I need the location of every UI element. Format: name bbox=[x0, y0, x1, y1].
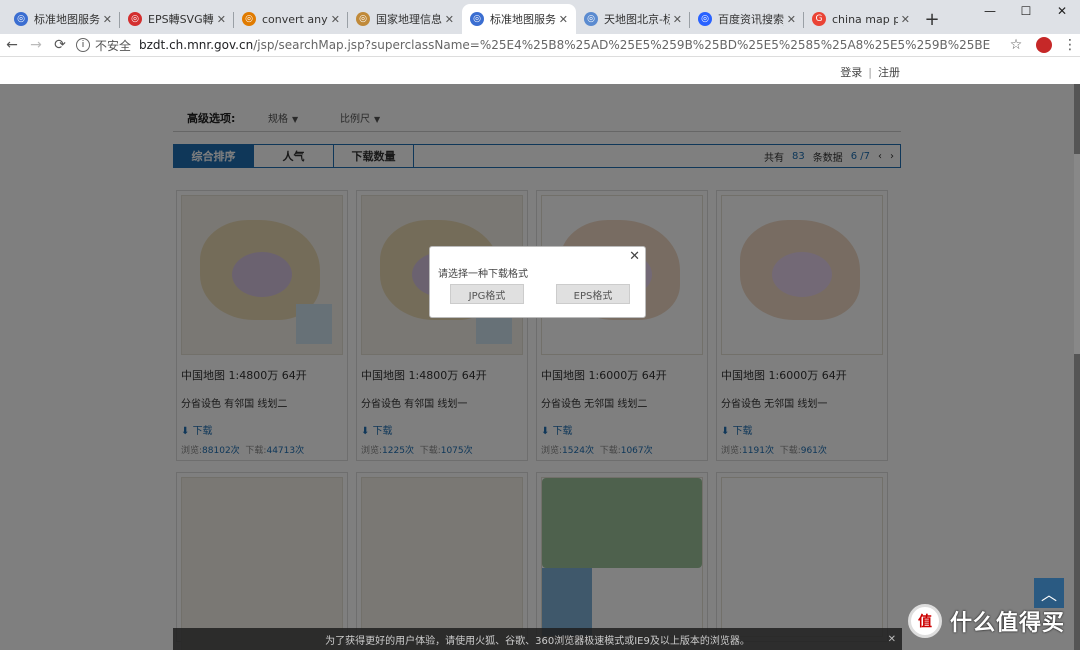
address-bar-row: ← → ⟳ i 不安全 bzdt.ch.mnr.gov.cn/jsp/searc… bbox=[0, 34, 1080, 56]
minimize-icon[interactable]: — bbox=[972, 0, 1008, 22]
url-path: /jsp/searchMap.jsp?superclassName=%25E4%… bbox=[253, 38, 991, 52]
new-tab-button[interactable]: + bbox=[918, 4, 946, 34]
browser-notice-bar: 为了获得更好的用户体验，请使用火狐、谷歌、360浏览器极速模式或IE9及以上版本… bbox=[173, 628, 902, 650]
browser-tab-active[interactable]: ◎ 标准地图服务系统✕ bbox=[462, 4, 576, 34]
tab-title: convert anything bbox=[262, 12, 328, 26]
site-favicon-icon: ◎ bbox=[698, 12, 712, 26]
window-controls: — ☐ ✕ bbox=[972, 0, 1080, 22]
close-icon[interactable]: ✕ bbox=[888, 634, 896, 645]
login-link[interactable]: 登录 bbox=[840, 66, 862, 79]
tab-title: 天地图北京-标准 bbox=[604, 13, 670, 26]
bookmark-star-icon[interactable]: ☆ bbox=[1004, 37, 1028, 53]
maximize-icon[interactable]: ☐ bbox=[1008, 0, 1044, 22]
back-icon[interactable]: ← bbox=[0, 37, 24, 53]
reload-icon[interactable]: ⟳ bbox=[48, 37, 72, 53]
security-label: 不安全 bbox=[95, 38, 132, 53]
browser-tab[interactable]: Gchina map ppt -✕ bbox=[804, 4, 918, 34]
tab-title: 百度资讯搜索_中国 bbox=[718, 13, 784, 26]
close-window-icon[interactable]: ✕ bbox=[1044, 0, 1080, 22]
browser-menu-icon[interactable]: ⋮ bbox=[1060, 37, 1080, 53]
watermark: 值 什么值得买 bbox=[908, 604, 1065, 638]
jpg-format-button[interactable]: JPG格式 bbox=[450, 284, 524, 304]
site-favicon-icon: ◎ bbox=[470, 12, 484, 26]
close-tab-icon[interactable]: ✕ bbox=[673, 13, 682, 26]
notice-text: 为了获得更好的用户体验，请使用火狐、谷歌、360浏览器极速模式或IE9及以上版本… bbox=[325, 635, 750, 647]
info-icon[interactable]: i bbox=[76, 38, 90, 52]
site-favicon-icon: ◎ bbox=[128, 12, 142, 26]
close-tab-icon[interactable]: ✕ bbox=[559, 13, 568, 26]
close-tab-icon[interactable]: ✕ bbox=[217, 13, 226, 26]
dialog-message: 请选择一种下载格式 bbox=[438, 269, 528, 280]
watermark-text: 什么值得买 bbox=[950, 611, 1066, 636]
url-input[interactable]: i 不安全 bzdt.ch.mnr.gov.cn/jsp/searchMap.j… bbox=[76, 37, 1004, 54]
tab-title: EPS轉SVG轉換器 bbox=[148, 13, 214, 26]
close-tab-icon[interactable]: ✕ bbox=[445, 13, 454, 26]
account-links: 登录 | 注册 bbox=[840, 66, 900, 79]
site-favicon-icon: ◎ bbox=[14, 12, 28, 26]
close-tab-icon[interactable]: ✕ bbox=[331, 13, 340, 26]
download-format-dialog: ✕ 请选择一种下载格式 JPG格式 EPS格式 bbox=[429, 246, 646, 318]
tab-title: 国家地理信息公共 bbox=[376, 13, 442, 26]
site-topbar: 登录 | 注册 bbox=[0, 57, 1080, 84]
browser-tab[interactable]: ◎ convert anything✕ bbox=[234, 4, 348, 34]
site-favicon-icon: ◎ bbox=[356, 12, 370, 26]
tab-title: china map ppt - bbox=[832, 12, 898, 26]
scrollbar[interactable] bbox=[1074, 84, 1080, 650]
browser-tab[interactable]: ◎ EPS轉SVG轉換器✕ bbox=[120, 4, 234, 34]
modal-overlay bbox=[0, 84, 1080, 650]
tab-title: 标准地图服务系统 bbox=[490, 13, 556, 26]
site-favicon-icon: G bbox=[812, 12, 826, 26]
scrollbar-thumb[interactable] bbox=[1074, 154, 1080, 354]
extension-icon[interactable] bbox=[1036, 37, 1052, 53]
site-favicon-icon: ◎ bbox=[242, 12, 256, 26]
tab-strip: ◎标准地图服务系统✕ ◎EPS轉SVG轉換器✕ ◎convert anythin… bbox=[0, 0, 1080, 34]
close-tab-icon[interactable]: ✕ bbox=[103, 13, 112, 26]
url-domain: bzdt.ch.mnr.gov.cn bbox=[139, 38, 254, 52]
watermark-logo: 值 bbox=[908, 604, 942, 638]
browser-tab[interactable]: ◎ 标准地图服务系统✕ bbox=[6, 4, 120, 34]
browser-tab[interactable]: ◎ 国家地理信息公共✕ bbox=[348, 4, 462, 34]
site-favicon-icon: ◎ bbox=[584, 12, 598, 26]
chevron-up-icon: ︿ bbox=[1040, 585, 1057, 604]
browser-tab[interactable]: ◎ 百度资讯搜索_中国✕ bbox=[690, 4, 804, 34]
eps-format-button[interactable]: EPS格式 bbox=[556, 284, 630, 304]
forward-icon[interactable]: → bbox=[24, 37, 48, 53]
tab-title: 标准地图服务系统 bbox=[34, 13, 100, 26]
browser-tab[interactable]: ◎ 天地图北京-标准✕ bbox=[576, 4, 690, 34]
close-tab-icon[interactable]: ✕ bbox=[901, 13, 910, 26]
close-tab-icon[interactable]: ✕ bbox=[787, 13, 796, 26]
register-link[interactable]: 注册 bbox=[878, 66, 900, 79]
close-icon[interactable]: ✕ bbox=[629, 249, 640, 264]
